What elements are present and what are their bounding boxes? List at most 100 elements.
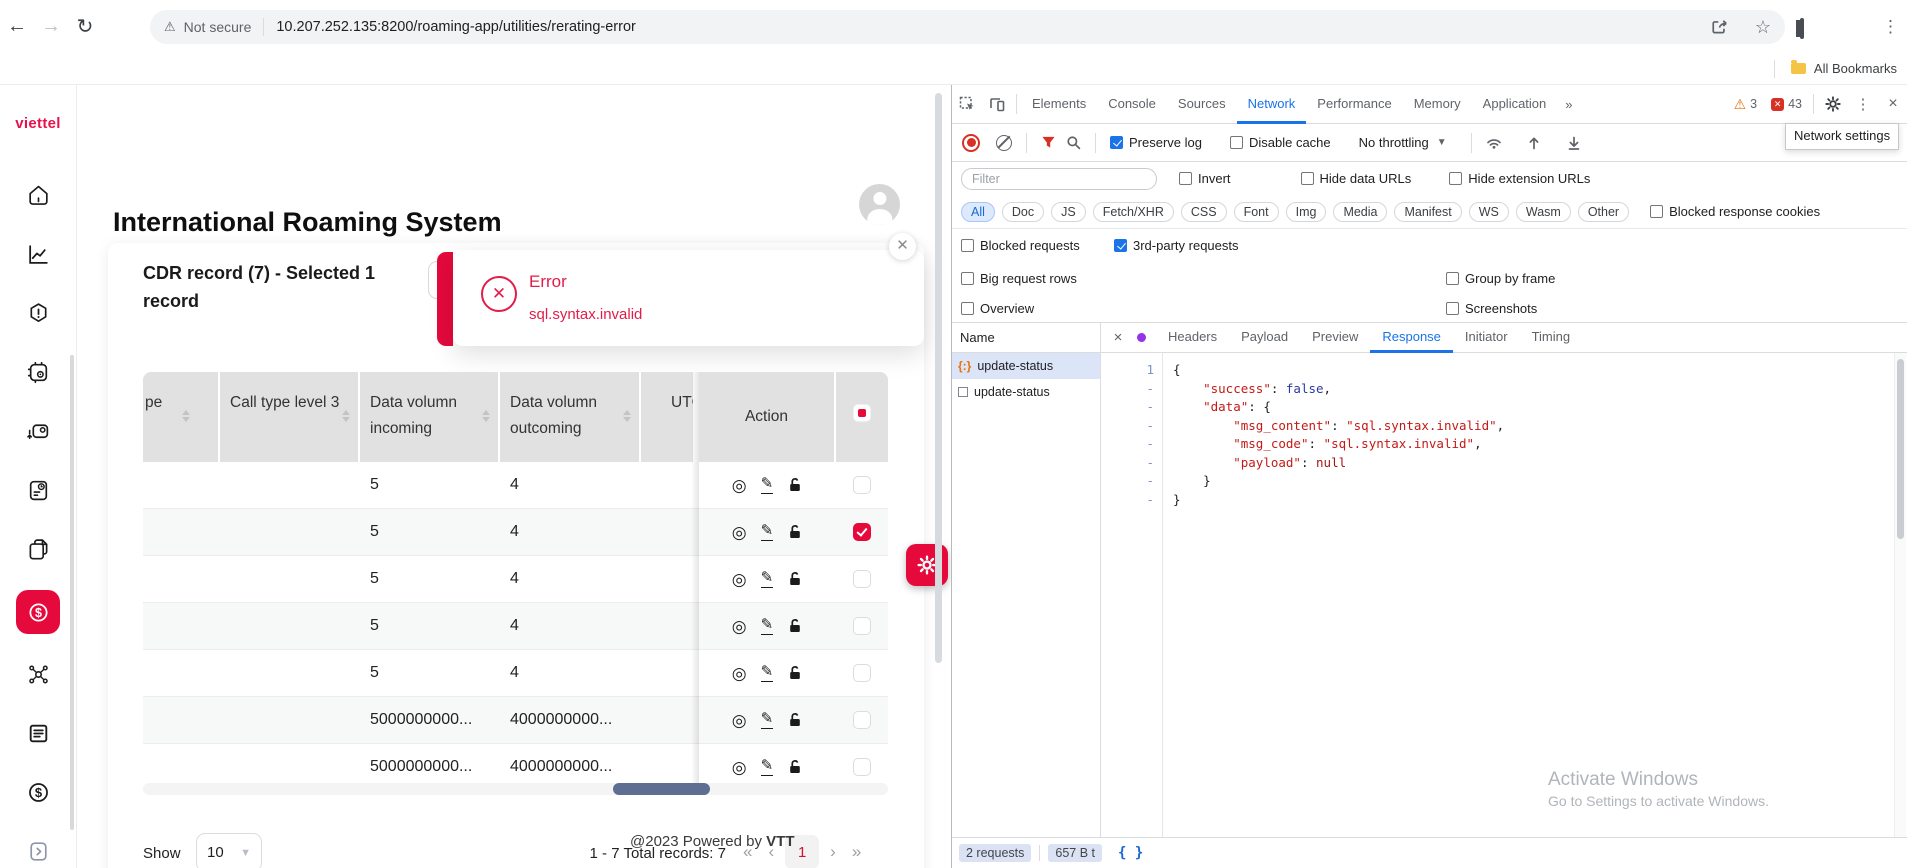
row-checkbox[interactable] [853,711,871,729]
panel-tab-headers[interactable]: Headers [1156,323,1229,353]
table-hscrollbar-track[interactable] [143,783,888,795]
browser-menu-icon[interactable]: ⋮ [1882,17,1899,37]
panel-tab-preview[interactable]: Preview [1300,323,1370,353]
lock-icon[interactable] [787,665,803,681]
sidebar-scrollbar[interactable] [70,355,74,830]
panel-tab-payload[interactable]: Payload [1229,323,1300,353]
column-header[interactable]: Call type level 3 [220,372,360,462]
sidebar-item-file-clock[interactable] [16,472,60,509]
last-page-button[interactable]: » [847,838,866,866]
column-header-checkbox[interactable] [836,372,888,462]
overview-option[interactable]: Overview [961,301,1034,316]
blocked-cookies-checkbox[interactable] [1650,205,1663,218]
view-icon[interactable]: ◎ [732,571,747,588]
warnings-badge[interactable]: ⚠ 3 [1734,96,1758,113]
errors-badge[interactable]: ✕ 43 [1771,97,1802,111]
view-icon[interactable]: ◎ [732,524,747,541]
throttling-select[interactable]: No throttling ▼ [1359,135,1447,150]
sidebar-item-copy-files[interactable] [16,531,60,568]
column-header[interactable]: Data volumn outcoming [500,372,641,462]
devtools-menu-icon[interactable]: ⋮ [1848,85,1878,123]
filter-chip-ws[interactable]: WS [1469,202,1509,222]
filter-chip-font[interactable]: Font [1234,202,1279,222]
edit-icon[interactable]: ✎ [761,617,774,636]
edit-icon[interactable]: ✎ [761,664,774,683]
group-by-frame-option[interactable]: Group by frame [1446,271,1555,286]
invert-option[interactable]: Invert [1179,171,1231,186]
sidebar-item-home[interactable] [16,177,60,214]
sidebar-item-dollar-circle[interactable] [16,774,60,811]
page-size-select[interactable]: 10 ▼ [196,833,262,868]
devtools-settings-icon[interactable] [1818,85,1848,123]
panel-tab-initiator[interactable]: Initiator [1453,323,1520,353]
search-icon[interactable] [1066,135,1081,150]
row-checkbox[interactable] [853,664,871,682]
third-party-checkbox[interactable] [1114,239,1127,252]
preserve-log-option[interactable]: Preserve log [1110,135,1202,150]
user-avatar[interactable] [859,184,900,225]
edit-icon[interactable]: ✎ [761,476,774,495]
big-request-rows-checkbox[interactable] [961,272,974,285]
filter-chip-manifest[interactable]: Manifest [1394,202,1461,222]
screenshots-checkbox[interactable] [1446,302,1459,315]
third-party-option[interactable]: 3rd-party requests [1114,238,1239,253]
filter-funnel-icon[interactable] [1041,135,1056,150]
sidebar-item-note-text[interactable] [16,715,60,752]
sidebar-item-network-nodes[interactable] [16,656,60,693]
page-scrollbar-thumb[interactable] [935,93,942,663]
transferred-size[interactable]: 657 B t [1048,844,1102,862]
name-column-header[interactable]: Name [952,323,1100,353]
filter-chip-media[interactable]: Media [1333,202,1387,222]
sidebar-item-image-swap[interactable] [16,413,60,450]
filter-chip-fetchxhr[interactable]: Fetch/XHR [1093,202,1174,222]
tab-console[interactable]: Console [1097,85,1167,124]
row-checkbox[interactable] [853,570,871,588]
view-icon[interactable]: ◎ [732,712,747,729]
row-checkbox[interactable] [853,523,871,541]
lock-icon[interactable] [787,524,803,540]
request-row[interactable]: {:}update-status [952,353,1100,379]
tab-application[interactable]: Application [1472,85,1558,124]
column-header[interactable]: UTC [641,372,699,462]
inspect-element-icon[interactable] [952,85,982,123]
side-panel-icon[interactable] [1800,20,1804,38]
group-by-frame-checkbox[interactable] [1446,272,1459,285]
filter-chip-wasm[interactable]: Wasm [1516,202,1571,222]
address-bar[interactable]: ⚠ Not secure 10.207.252.135:8200/roaming… [150,10,1785,44]
sidebar-item-exit-panel[interactable] [16,833,60,868]
export-har-icon[interactable] [1566,135,1582,151]
all-bookmarks[interactable]: All Bookmarks [1814,61,1897,76]
screenshots-option[interactable]: Screenshots [1446,301,1537,316]
hide-data-urls-checkbox[interactable] [1301,172,1314,185]
overview-checkbox[interactable] [961,302,974,315]
select-all-checkbox[interactable] [853,404,871,422]
edit-icon[interactable]: ✎ [761,523,774,542]
next-page-button[interactable]: › [825,838,841,866]
sidebar-item-alert-hexagon[interactable] [16,295,60,332]
import-har-icon[interactable] [1526,135,1542,151]
preserve-log-checkbox[interactable] [1110,136,1123,149]
filter-chip-doc[interactable]: Doc [1002,202,1044,222]
lock-icon[interactable] [787,759,803,775]
tab-performance[interactable]: Performance [1306,85,1402,124]
filter-chip-css[interactable]: CSS [1181,202,1227,222]
device-toolbar-icon[interactable] [982,85,1012,123]
page-scrollbar[interactable] [934,85,945,868]
filter-chip-js[interactable]: JS [1051,202,1086,222]
blocked-requests-checkbox[interactable] [961,239,974,252]
lock-icon[interactable] [787,712,803,728]
lock-icon[interactable] [787,571,803,587]
sidebar-item-dollar-badge[interactable] [16,590,60,634]
edit-icon[interactable]: ✎ [761,711,774,730]
blocked-requests-option[interactable]: Blocked requests [961,238,1080,253]
tab-elements[interactable]: Elements [1021,85,1097,124]
filter-input[interactable] [961,168,1157,190]
sidebar-item-cpu-settings[interactable] [16,354,60,391]
filter-chip-other[interactable]: Other [1578,202,1629,222]
blocked-cookies-option[interactable]: Blocked response cookies [1650,204,1820,219]
hide-data-urls-option[interactable]: Hide data URLs [1301,171,1412,186]
column-header[interactable]: Data volumn incoming [360,372,500,462]
forward-button[interactable]: → [34,15,68,38]
response-scrollbar-thumb[interactable] [1897,359,1904,539]
hide-extension-urls-option[interactable]: Hide extension URLs [1449,171,1590,186]
